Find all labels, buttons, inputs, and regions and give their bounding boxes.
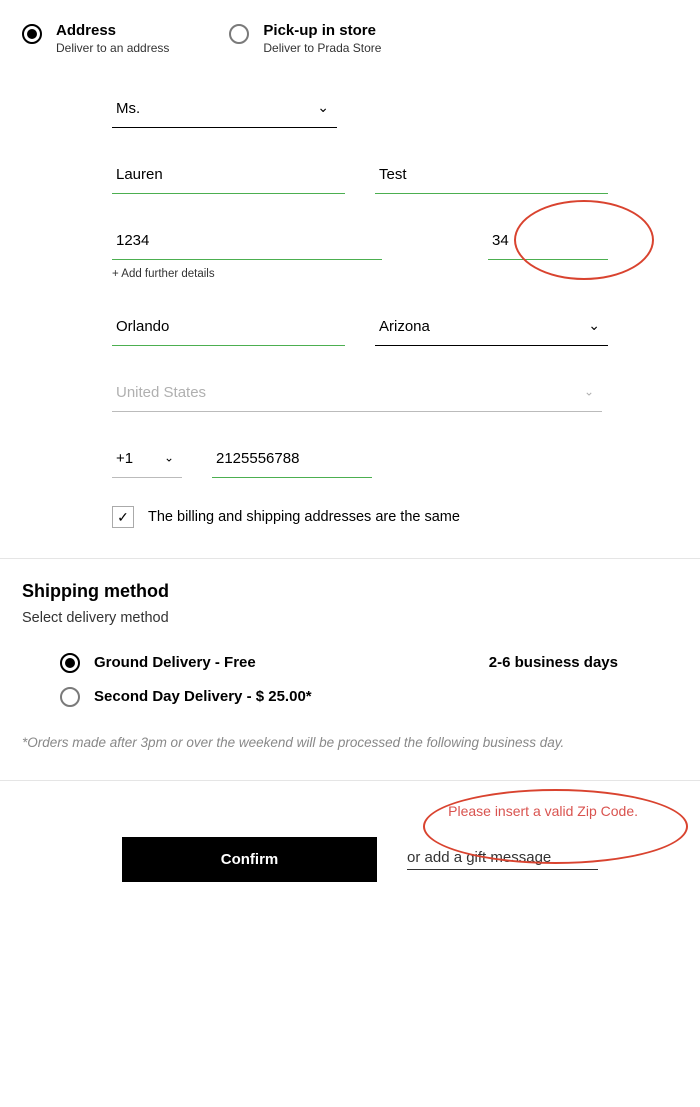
title-select[interactable]: ⌄: [112, 90, 337, 128]
shipping-option-eta: 2-6 business days: [489, 654, 618, 671]
radio-icon: [22, 24, 42, 44]
address-form: ⌄ + Add further details: [22, 90, 678, 528]
shipping-method-subheading: Select delivery method: [22, 610, 678, 626]
same-billing-label: The billing and shipping addresses are t…: [148, 509, 460, 525]
title-field[interactable]: [112, 90, 337, 128]
add-details-link[interactable]: + Add further details: [112, 268, 608, 280]
first-name-field[interactable]: [112, 156, 345, 194]
shipping-option-label: Ground Delivery - Free: [94, 654, 489, 671]
country-field[interactable]: [112, 374, 602, 412]
delivery-option-subtitle: Deliver to an address: [56, 41, 169, 55]
phone-country-code-select[interactable]: ⌄: [112, 440, 182, 478]
shipping-option-second-day[interactable]: Second Day Delivery - $ 25.00*: [60, 685, 678, 707]
state-field[interactable]: [375, 308, 608, 346]
last-name-field[interactable]: [375, 156, 608, 194]
shipping-option-label: Second Day Delivery - $ 25.00*: [94, 688, 678, 705]
shipping-note: *Orders made after 3pm or over the weeke…: [22, 735, 678, 750]
confirm-button[interactable]: Confirm: [122, 837, 377, 882]
delivery-options: Address Deliver to an address Pick-up in…: [22, 22, 678, 55]
gift-message-link[interactable]: or add a gift message: [407, 849, 598, 870]
radio-icon: [60, 687, 80, 707]
city-field[interactable]: [112, 308, 345, 346]
radio-icon: [229, 24, 249, 44]
same-billing-checkbox[interactable]: ✓ The billing and shipping addresses are…: [112, 506, 608, 528]
delivery-option-pickup[interactable]: Pick-up in store Deliver to Prada Store: [229, 22, 381, 55]
street-field[interactable]: [112, 222, 382, 260]
delivery-option-subtitle: Deliver to Prada Store: [263, 41, 381, 55]
shipping-method-heading: Shipping method: [22, 581, 678, 602]
street-number-field[interactable]: [488, 222, 608, 260]
state-select[interactable]: ⌄: [375, 308, 608, 346]
shipping-option-ground[interactable]: Ground Delivery - Free 2-6 business days: [60, 651, 678, 673]
error-message: Please insert a valid Zip Code.: [22, 803, 678, 819]
radio-icon: [60, 653, 80, 673]
checkbox-icon: ✓: [112, 506, 134, 528]
delivery-option-title: Pick-up in store: [263, 22, 381, 39]
phone-cc-field[interactable]: [112, 440, 182, 478]
delivery-option-address[interactable]: Address Deliver to an address: [22, 22, 169, 55]
phone-field[interactable]: [212, 440, 372, 478]
country-select[interactable]: ⌄: [112, 374, 602, 412]
delivery-option-title: Address: [56, 22, 169, 39]
